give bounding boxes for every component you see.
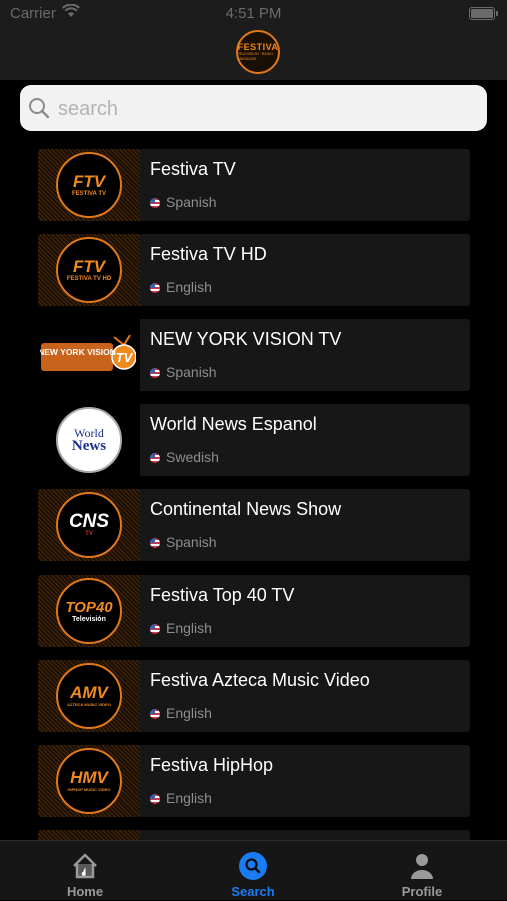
channel-thumbnail: TV NEW YORK VISION bbox=[38, 319, 140, 391]
thumb-logo-text: FTV bbox=[72, 171, 106, 191]
thumb-logo-text: World bbox=[74, 425, 104, 440]
festiva-logo: FESTIVA TELEVISION · RADIO · MAGAZINE bbox=[236, 30, 280, 74]
tab-search[interactable]: Search bbox=[203, 841, 303, 901]
thumb-logo-text: TOP40 bbox=[65, 598, 113, 616]
language-label: Spanish bbox=[166, 534, 217, 550]
channel-name: Festiva TV bbox=[150, 159, 236, 179]
channel-name: Festiva TV HD bbox=[150, 244, 267, 264]
thumb-logo-subtext: FESTIVA TV bbox=[71, 190, 106, 197]
thumb-logo-text: HMV bbox=[70, 767, 108, 787]
person-icon bbox=[411, 854, 433, 879]
status-bar: Carrier 4:51 PM bbox=[0, 0, 507, 28]
language-label: Spanish bbox=[166, 194, 217, 210]
tab-bar: Home Search Profile bbox=[0, 840, 507, 900]
search-input[interactable] bbox=[56, 93, 470, 125]
nyv-logo: TV NEW YORK VISION bbox=[40, 335, 136, 371]
world-news-logo: World News bbox=[56, 407, 122, 473]
language-label: English bbox=[166, 279, 212, 295]
thumb-logo-text: CNS bbox=[68, 510, 110, 532]
channel-language: Spanish bbox=[150, 194, 217, 210]
channel-card-festiva-tv[interactable]: FTV FESTIVA TV Festiva TV Spanish bbox=[38, 149, 470, 221]
channel-name: Festiva HipHop bbox=[150, 755, 274, 775]
channel-thumbnail: TOP40 Televisión bbox=[38, 575, 140, 647]
search-bar[interactable] bbox=[20, 85, 487, 131]
language-label: English bbox=[166, 620, 212, 636]
channel-language: English bbox=[150, 279, 212, 295]
thumb-logo-text: AMV bbox=[70, 682, 108, 702]
channel-card-partial[interactable] bbox=[38, 830, 470, 840]
channel-name: World News Espanol bbox=[150, 414, 317, 434]
search-icon bbox=[29, 98, 50, 119]
cns-logo: CNS TV bbox=[56, 492, 122, 558]
channel-name: Festiva Azteca Music Video bbox=[150, 670, 370, 690]
thumb-logo-subtext: FESTIVA TV HD bbox=[66, 275, 112, 282]
thumb-logo-subtext: Televisión bbox=[72, 615, 106, 623]
channel-list: FTV FESTIVA TV Festiva TV Spanish FTV FE… bbox=[0, 141, 507, 840]
thumb-logo-text: NEW YORK VISION bbox=[40, 347, 116, 357]
channel-thumbnail: World News bbox=[38, 404, 140, 476]
channel-thumbnail: HMV HIPHOP MUSIC VIDEO bbox=[38, 745, 140, 817]
tab-home[interactable]: Home bbox=[35, 841, 135, 901]
channel-thumbnail: AMV AZTECA MUSIC VIDEO bbox=[38, 660, 140, 732]
app-header: FESTIVA TELEVISION · RADIO · MAGAZINE bbox=[0, 28, 507, 80]
channel-language: Spanish bbox=[150, 534, 217, 550]
hmv-logo: HMV HIPHOP MUSIC VIDEO bbox=[56, 748, 122, 814]
thumb-logo-subtext: TV bbox=[116, 350, 134, 365]
channel-thumbnail: FTV FESTIVA TV HD bbox=[38, 234, 140, 306]
language-label: Swedish bbox=[166, 449, 219, 465]
logo-wordmark: FESTIVA bbox=[237, 41, 279, 52]
clock: 4:51 PM bbox=[225, 5, 282, 22]
channel-card-festiva-azteca-music-video[interactable]: AMV AZTECA MUSIC VIDEO Festiva Azteca Mu… bbox=[38, 660, 470, 732]
channel-name: Festiva Top 40 TV bbox=[150, 585, 295, 605]
tab-profile[interactable]: Profile bbox=[372, 841, 472, 901]
tab-label: Search bbox=[231, 884, 275, 899]
top40-logo: TOP40 Televisión bbox=[56, 578, 122, 644]
channel-card-festiva-hiphop[interactable]: HMV HIPHOP MUSIC VIDEO Festiva HipHop En… bbox=[38, 745, 470, 817]
thumb-logo-subtext: AZTECA MUSIC VIDEO bbox=[67, 701, 111, 707]
language-label: English bbox=[166, 790, 212, 806]
tab-label: Home bbox=[66, 884, 104, 899]
channel-card-world-news-espanol[interactable]: World News World News Espanol Swedish bbox=[38, 404, 470, 476]
channel-name: NEW YORK VISION TV bbox=[150, 329, 342, 349]
language-label: Spanish bbox=[166, 364, 217, 380]
channel-language: Spanish bbox=[150, 364, 217, 380]
amv-logo: AMV AZTECA MUSIC VIDEO bbox=[56, 663, 122, 729]
channel-thumbnail: CNS TV bbox=[38, 489, 140, 561]
thumb-logo-subtext: HIPHOP MUSIC VIDEO bbox=[67, 786, 111, 792]
channel-language: Swedish bbox=[150, 449, 219, 465]
channel-card-continental-news-show[interactable]: CNS TV Continental News Show Spanish bbox=[38, 489, 470, 561]
channel-card-festiva-tv-hd[interactable]: FTV FESTIVA TV HD Festiva TV HD English bbox=[38, 234, 470, 306]
channel-card-new-york-vision-tv[interactable]: TV NEW YORK VISION NEW YORK VISION TV Sp… bbox=[38, 319, 470, 391]
channel-card-festiva-top-40-tv[interactable]: TOP40 Televisión Festiva Top 40 TV Engli… bbox=[38, 575, 470, 647]
channel-thumbnail: FTV FESTIVA TV bbox=[38, 149, 140, 221]
home-icon bbox=[73, 853, 97, 879]
channel-language: English bbox=[150, 705, 212, 721]
search-icon bbox=[239, 852, 267, 880]
ftv-hd-logo: FTV FESTIVA TV HD bbox=[56, 237, 122, 303]
language-label: English bbox=[166, 705, 212, 721]
channel-language: English bbox=[150, 620, 212, 636]
thumb-logo-text: FTV bbox=[72, 256, 106, 276]
channel-name: Continental News Show bbox=[150, 499, 342, 519]
thumb-logo-subtext: News bbox=[71, 437, 107, 454]
tab-label: Profile bbox=[401, 884, 443, 899]
thumb-logo-subtext: TV bbox=[85, 530, 93, 537]
battery-icon bbox=[469, 7, 498, 20]
channel-thumbnail bbox=[38, 830, 140, 840]
ftv-logo: FTV FESTIVA TV bbox=[56, 152, 122, 218]
channel-language: English bbox=[150, 790, 212, 806]
logo-tagline: TELEVISION · RADIO · MAGAZINE bbox=[238, 51, 275, 61]
